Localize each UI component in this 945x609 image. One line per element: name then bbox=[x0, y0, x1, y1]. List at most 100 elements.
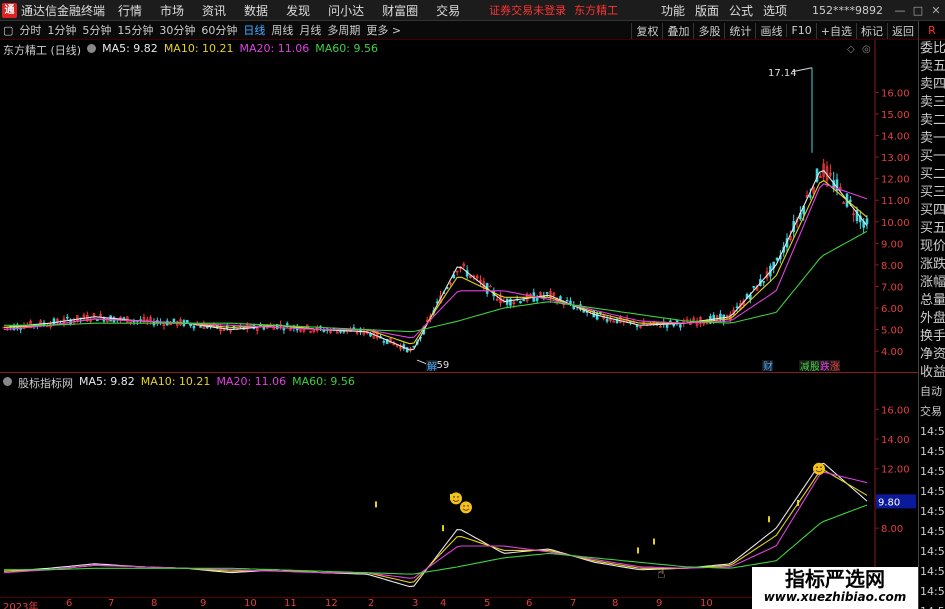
candle-body bbox=[192, 325, 196, 329]
sub-legend-ma20: MA20: 11.06 bbox=[216, 375, 287, 388]
period-toolbar: ▢ 分时 1分钟 5分钟 15分钟 30分钟 60分钟 日线 周线 月线 多周期… bbox=[0, 21, 918, 40]
smiley-eye bbox=[820, 466, 822, 469]
indicator-pane[interactable]: 16.0014.0012.0010.008.009.80☝ 股标指标网 MA5:… bbox=[0, 372, 918, 598]
candle-body bbox=[865, 218, 869, 225]
trade-field-11: 14:56 bbox=[919, 602, 945, 609]
candle-body bbox=[489, 285, 492, 288]
period-30min[interactable]: 30分钟 bbox=[156, 22, 198, 38]
signal-bar-6 bbox=[768, 516, 770, 523]
smiley-eye bbox=[463, 504, 465, 507]
candle-body bbox=[199, 325, 202, 328]
period-5min[interactable]: 5分钟 bbox=[79, 22, 114, 38]
tool-duogu[interactable]: 多股 bbox=[693, 22, 724, 39]
quote-field-13: 涨幅 bbox=[920, 275, 945, 290]
period-1min[interactable]: 1分钟 bbox=[44, 22, 79, 38]
menu-hangqing[interactable]: 行情 bbox=[109, 2, 151, 19]
x-tick-label: 7 bbox=[108, 598, 115, 609]
period-monthly[interactable]: 月线 bbox=[296, 22, 324, 38]
tool-f10[interactable]: F10 bbox=[786, 24, 815, 37]
close-icon[interactable]: ✕ bbox=[927, 4, 945, 17]
x-tick-label: 11 bbox=[284, 598, 297, 609]
main-chart-pane[interactable]: 16.00 15.00 14.00 13.00 12.00 11.00 10.00 9.00 8… bbox=[0, 40, 918, 372]
y-tick-label: 5.00 bbox=[881, 326, 903, 337]
legend-ma20: MA20: 11.06 bbox=[239, 42, 310, 55]
quote-field-9: 买四 bbox=[920, 203, 945, 218]
diamond-icon: ◇ bbox=[847, 44, 855, 55]
tool-tongji[interactable]: 统计 bbox=[724, 22, 755, 39]
main-legend-name: 东方精工 (日线) bbox=[3, 44, 82, 57]
toolbar-menu-icon[interactable]: ▢ bbox=[0, 24, 16, 37]
minimize-icon[interactable]: — bbox=[891, 4, 909, 17]
legend-ma5: MA5: 9.82 bbox=[102, 42, 158, 55]
sub-y-tick-label: 14.00 bbox=[881, 435, 910, 446]
signal-bar-1 bbox=[442, 525, 444, 532]
menu-wenxiaoda[interactable]: 问小达 bbox=[319, 2, 373, 19]
smiley-eye bbox=[467, 504, 469, 507]
tool-add-favorite[interactable]: +自选 bbox=[815, 22, 856, 39]
candle-body bbox=[809, 195, 812, 198]
quote-field-7: 买二 bbox=[920, 167, 945, 182]
kline-chart[interactable]: 16.00 15.00 14.00 13.00 12.00 11.00 10.00 9.00 8… bbox=[0, 40, 918, 372]
period-60min[interactable]: 60分钟 bbox=[198, 22, 240, 38]
sub-line-ma20 bbox=[3, 471, 868, 579]
maximize-icon[interactable]: □ bbox=[909, 4, 927, 17]
candle-body bbox=[559, 296, 562, 300]
y-tick-label: 6.00 bbox=[881, 304, 903, 315]
quote-field-1: 卖五 bbox=[920, 59, 945, 74]
indicator-chart[interactable]: 16.0014.0012.0010.008.009.80☝ bbox=[0, 373, 918, 598]
period-weekly[interactable]: 周线 bbox=[268, 22, 296, 38]
period-daily[interactable]: 日线 bbox=[240, 22, 268, 38]
y-tick-label: 16.00 bbox=[881, 88, 910, 99]
y-tick-label: 12.00 bbox=[881, 175, 910, 186]
menu-faxian[interactable]: 发现 bbox=[277, 2, 319, 19]
trade-field-10: 14:56 bbox=[920, 585, 945, 598]
menu-banmian[interactable]: 版面 bbox=[690, 2, 724, 19]
menu-caifuquan[interactable]: 财富圈 bbox=[373, 2, 427, 19]
quote-field-5: 卖一 bbox=[920, 131, 945, 146]
event-marker-1: 财 bbox=[763, 360, 773, 372]
high-price-label: 17.14 bbox=[768, 68, 797, 79]
x-tick-label: 8 bbox=[151, 598, 158, 609]
tool-biaoji[interactable]: 标记 bbox=[856, 22, 887, 39]
sub-y-tick-label: 12.00 bbox=[881, 465, 910, 476]
tool-fanhui[interactable]: 返回 bbox=[887, 22, 918, 39]
menu-shichang[interactable]: 市场 bbox=[151, 2, 193, 19]
period-15min[interactable]: 15分钟 bbox=[114, 22, 156, 38]
panel-toggle[interactable]: R bbox=[919, 21, 945, 40]
event-marker-2: 减 bbox=[800, 361, 810, 372]
menu-xuanxiang[interactable]: 选项 bbox=[758, 2, 792, 19]
period-multi[interactable]: 多周期 bbox=[324, 22, 363, 38]
event-marker-4: 跌 bbox=[820, 360, 830, 372]
trade-field-0[interactable]: 自动 bbox=[919, 382, 945, 402]
candle-body bbox=[679, 324, 682, 328]
legend-settings-icon[interactable] bbox=[87, 44, 97, 53]
quote-field-2: 卖四 bbox=[920, 77, 945, 92]
y-tick-label: 11.00 bbox=[881, 196, 910, 207]
quote-field-11: 现价 bbox=[920, 239, 945, 254]
low-pointer bbox=[416, 359, 428, 365]
tool-fuquan[interactable]: 复权 bbox=[631, 22, 662, 39]
trade-field-3: 14:56 bbox=[920, 445, 945, 458]
smiley-eye bbox=[816, 466, 818, 469]
tool-huaxian[interactable]: 画线 bbox=[755, 22, 786, 39]
menu-gongshi[interactable]: 公式 bbox=[724, 2, 758, 19]
quote-field-3: 卖三 bbox=[920, 95, 945, 110]
event-marker-0: 解 bbox=[427, 360, 437, 372]
ma-line-ma20 bbox=[3, 183, 868, 339]
login-warning[interactable]: 证券交易未登录 bbox=[489, 2, 566, 18]
menu-shuju[interactable]: 数据 bbox=[235, 2, 277, 19]
period-fenshi[interactable]: 分时 bbox=[16, 22, 44, 38]
sub-legend-settings-icon[interactable] bbox=[3, 377, 12, 386]
trade-field-4: 14:56 bbox=[920, 465, 945, 478]
tool-diejia[interactable]: 叠加 bbox=[662, 22, 693, 39]
watermark-url: www.xuezhibiao.com bbox=[763, 590, 907, 604]
trade-field-1[interactable]: 交易 bbox=[919, 402, 945, 422]
candle-body bbox=[185, 319, 189, 324]
menu-jiaoyi[interactable]: 交易 bbox=[427, 2, 469, 19]
menu-gongneng[interactable]: 功能 bbox=[656, 2, 690, 19]
period-more[interactable]: 更多 > bbox=[363, 22, 404, 38]
candle-body bbox=[535, 297, 539, 301]
user-account[interactable]: 152****9892 bbox=[812, 4, 883, 17]
menu-zixun[interactable]: 资讯 bbox=[193, 2, 235, 19]
x-tick-label: 9 bbox=[200, 598, 207, 609]
